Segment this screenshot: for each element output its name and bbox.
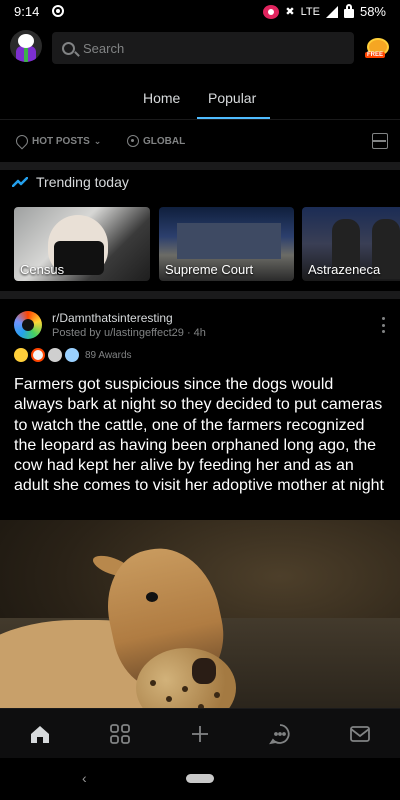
awards-count: 89 Awards — [85, 349, 132, 361]
post-header: r/Damnthatsinteresting Posted by u/lasti… — [0, 299, 400, 375]
battery-level: 58% — [359, 4, 386, 19]
status-bar: 9:14 ✖ LTE 58% — [0, 0, 400, 24]
award-icon — [14, 348, 28, 362]
chevron-down-icon: ⌄ — [93, 135, 102, 146]
status-right: ✖ LTE 58% — [263, 3, 386, 19]
section-divider — [0, 291, 400, 299]
location-label: GLOBAL — [143, 135, 186, 147]
avatar[interactable] — [10, 30, 42, 62]
trending-icon — [12, 177, 28, 187]
top-bar: Search FREE — [0, 24, 400, 74]
battery-icon — [343, 3, 354, 18]
avatar-head — [18, 34, 34, 48]
tab-popular[interactable]: Popular — [208, 90, 256, 106]
record-icon — [263, 4, 280, 19]
image-cow-eye — [146, 592, 158, 602]
image-spot — [182, 686, 188, 692]
trending-card-supreme-court[interactable]: Supreme Court — [159, 207, 294, 281]
award-icon — [65, 348, 79, 362]
image-spot — [214, 692, 220, 698]
hot-icon — [13, 132, 31, 150]
feed-tabs: Home Popular — [0, 74, 400, 120]
tab-home[interactable]: Home — [143, 90, 180, 106]
inbox-icon[interactable] — [349, 723, 371, 745]
view-layout-icon[interactable] — [372, 133, 388, 149]
avatar-accent — [24, 48, 28, 62]
coins-button[interactable]: FREE — [365, 38, 390, 62]
sort-label: HOT POSTS — [32, 135, 90, 147]
search-input[interactable]: Search — [52, 32, 354, 64]
notification-icon — [52, 5, 64, 17]
post-image[interactable] — [0, 520, 400, 708]
post-meta[interactable]: Posted by u/lastingeffect29 · 4h — [52, 327, 206, 339]
search-placeholder: Search — [83, 40, 125, 56]
subreddit-icon[interactable] — [14, 311, 42, 339]
search-icon — [62, 41, 75, 55]
card-image — [177, 223, 281, 259]
image-spot — [150, 680, 156, 686]
more-options-icon[interactable] — [382, 317, 386, 333]
trending-card-astrazeneca[interactable]: Astrazeneca — [302, 207, 400, 281]
mute-icon: ✖ — [285, 6, 295, 18]
home-icon[interactable] — [29, 723, 51, 745]
back-icon[interactable]: ‹ — [82, 770, 94, 786]
system-nav-bar: ‹ — [0, 758, 400, 800]
chat-icon[interactable] — [269, 723, 291, 745]
trending-card-label: Census — [20, 262, 65, 277]
home-pill[interactable] — [186, 774, 214, 783]
bottom-nav — [0, 708, 400, 758]
trending-card-label: Supreme Court — [165, 262, 254, 277]
trending-carousel[interactable]: Census Supreme Court Astrazeneca — [14, 207, 400, 281]
award-icon — [31, 348, 45, 362]
awards-row[interactable]: 89 Awards — [14, 348, 132, 362]
signal-icon — [325, 5, 338, 18]
trending-title: Trending today — [36, 174, 129, 190]
trending-card-census[interactable]: Census — [14, 207, 150, 281]
communities-icon[interactable] — [109, 723, 131, 745]
image-cow-nose — [192, 658, 216, 684]
active-tab-indicator — [197, 117, 270, 119]
filter-bar: HOT POSTS ⌄ GLOBAL — [0, 121, 400, 170]
status-time: 9:14 — [14, 4, 40, 19]
award-icon — [48, 348, 62, 362]
trending-header: Trending today — [12, 174, 129, 190]
create-icon[interactable] — [189, 723, 211, 745]
sort-dropdown[interactable]: HOT POSTS ⌄ — [13, 132, 102, 150]
subreddit-name[interactable]: r/Damnthatsinteresting — [52, 311, 173, 325]
trending-card-label: Astrazeneca — [308, 262, 381, 277]
image-spot — [166, 696, 172, 702]
free-badge: FREE — [365, 52, 386, 58]
post-title[interactable]: Farmers got suspicious since the dogs wo… — [14, 375, 386, 497]
network-label: LTE — [300, 5, 320, 18]
location-icon — [127, 135, 139, 147]
location-dropdown[interactable]: GLOBAL — [127, 135, 185, 147]
